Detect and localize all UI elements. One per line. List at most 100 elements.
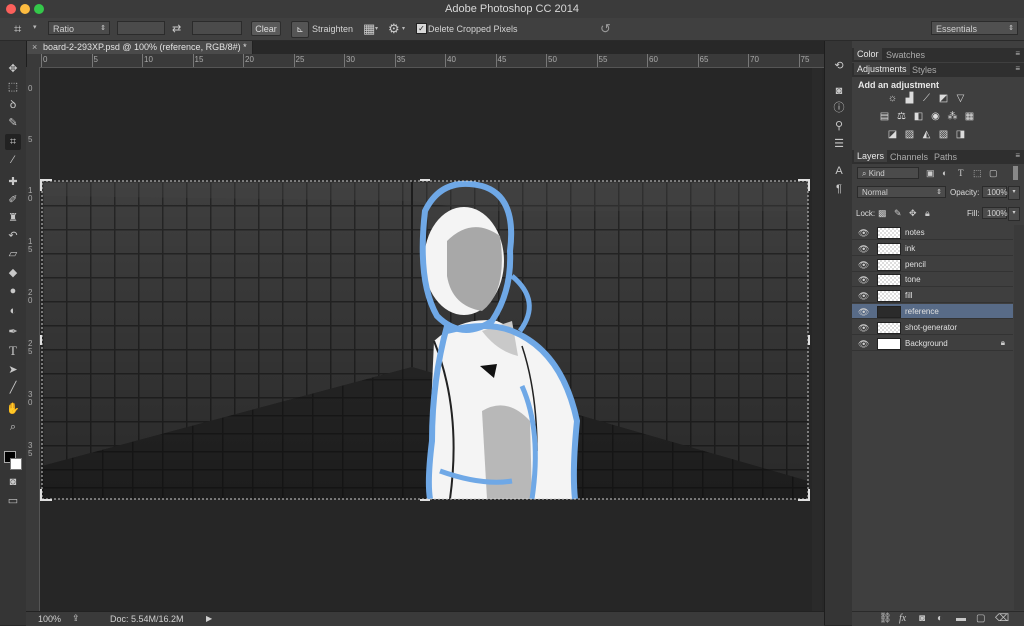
- width-input[interactable]: [117, 21, 165, 35]
- move-tool-icon[interactable]: ✥: [5, 61, 21, 77]
- adjustments-panel-menu-icon[interactable]: ≡: [1015, 64, 1020, 73]
- layer-row[interactable]: 👁︎ tone: [852, 272, 1013, 288]
- exposure-icon[interactable]: ◩: [938, 94, 949, 104]
- color-lookup-icon[interactable]: ▦: [964, 112, 975, 122]
- layer-thumbnail[interactable]: [877, 337, 901, 350]
- add-mask-icon[interactable]: ◙: [919, 613, 925, 624]
- filter-shape-icon[interactable]: ⬚: [973, 168, 982, 179]
- layer-thumbnail[interactable]: [877, 290, 901, 303]
- lock-pixels-icon[interactable]: ✎: [894, 208, 902, 219]
- layer-name[interactable]: Background: [905, 339, 948, 348]
- new-group-icon[interactable]: ▬: [956, 613, 966, 624]
- status-menu-arrow-icon[interactable]: ▶: [206, 614, 212, 623]
- visibility-eye-icon[interactable]: 👁︎: [858, 244, 869, 255]
- layer-name[interactable]: ink: [905, 244, 915, 253]
- black-white-icon[interactable]: ◧: [913, 112, 924, 122]
- layer-row[interactable]: 👁︎ Background 🔒︎: [852, 336, 1013, 351]
- brightness-contrast-icon[interactable]: ☼: [887, 94, 898, 104]
- layer-style-icon[interactable]: fx: [899, 613, 906, 624]
- layer-thumbnail[interactable]: [877, 321, 901, 334]
- screen-mode-icon[interactable]: ▭: [5, 493, 21, 509]
- ratio-select[interactable]: Ratio ⇕: [48, 21, 110, 35]
- overlay-grid-icon[interactable]: ▦: [363, 21, 375, 37]
- history-panel-icon[interactable]: ⟲: [831, 59, 847, 73]
- crop-tool-icon[interactable]: ⌗: [14, 21, 21, 37]
- layer-row[interactable]: 👁︎ shot-generator: [852, 320, 1013, 335]
- layer-name[interactable]: fill: [905, 291, 913, 300]
- delete-cropped-checkbox[interactable]: ✓: [416, 23, 427, 34]
- filter-adjustment-icon[interactable]: ◐: [942, 168, 947, 178]
- share-icon[interactable]: ⇪: [72, 613, 80, 624]
- selective-color-icon[interactable]: ◨: [955, 130, 966, 140]
- layer-thumbnail[interactable]: [877, 258, 901, 271]
- vibrance-icon[interactable]: ▽: [955, 94, 966, 104]
- layer-row[interactable]: 👁︎ reference: [852, 304, 1013, 319]
- healing-brush-tool-icon[interactable]: ✚: [5, 174, 21, 190]
- crop-tool-icon[interactable]: ⌗: [5, 134, 21, 150]
- layer-thumbnail[interactable]: [877, 242, 901, 255]
- levels-icon[interactable]: ▟: [904, 94, 915, 104]
- quick-mask-icon[interactable]: ◙: [5, 474, 21, 490]
- invert-icon[interactable]: ◪: [887, 130, 898, 140]
- straighten-icon[interactable]: ⊾: [291, 21, 309, 38]
- fill-input[interactable]: 100%: [982, 207, 1007, 219]
- filter-smart-object-icon[interactable]: ▢: [989, 168, 998, 179]
- marquee-tool-icon[interactable]: ⬚: [5, 79, 21, 95]
- visibility-eye-icon[interactable]: 👁︎: [858, 307, 869, 318]
- blend-mode-select[interactable]: Normal ⇕: [857, 186, 946, 198]
- ruler-origin[interactable]: [27, 54, 40, 67]
- path-selection-tool-icon[interactable]: ➤: [5, 362, 21, 378]
- opacity-input[interactable]: 100%: [982, 186, 1007, 198]
- brush-presets-panel-icon[interactable]: ⚲: [831, 119, 847, 133]
- properties-panel-icon[interactable]: ◙: [831, 85, 847, 99]
- layer-row[interactable]: 👁︎ notes: [852, 225, 1013, 240]
- document-tab[interactable]: × board-2-293XP.psd @ 100% (reference, R…: [27, 41, 253, 54]
- threshold-icon[interactable]: ◭: [921, 130, 932, 140]
- info-panel-icon[interactable]: ⓘ: [831, 99, 847, 114]
- swap-icon[interactable]: ⇄: [172, 22, 181, 35]
- layer-row[interactable]: 👁︎ ink: [852, 241, 1013, 256]
- straighten-label[interactable]: Straighten: [312, 24, 353, 34]
- filter-pixel-icon[interactable]: ▣: [926, 168, 935, 179]
- background-color-swatch[interactable]: [10, 458, 22, 470]
- pen-tool-icon[interactable]: ✒: [5, 324, 21, 340]
- paragraph-panel-icon[interactable]: ¶: [831, 183, 847, 197]
- visibility-eye-icon[interactable]: 👁︎: [858, 291, 869, 302]
- tab-layers[interactable]: Layers: [854, 150, 888, 162]
- layer-thumbnail[interactable]: [877, 227, 901, 239]
- curves-icon[interactable]: ⟋: [921, 94, 932, 104]
- quick-selection-tool-icon[interactable]: ✎: [5, 115, 21, 131]
- color-panel-menu-icon[interactable]: ≡: [1015, 49, 1020, 58]
- zoom-tool-icon[interactable]: ⌕: [5, 419, 21, 435]
- gear-icon[interactable]: ⚙: [388, 21, 400, 37]
- vertical-ruler[interactable]: 0 5 10 15 20 25 30 35: [26, 67, 40, 611]
- lock-position-icon[interactable]: ✥: [909, 208, 917, 219]
- tab-swatches[interactable]: Swatches: [886, 50, 925, 60]
- tab-color[interactable]: Color: [854, 48, 882, 60]
- workspace-select[interactable]: Essentials ⇕: [931, 21, 1018, 35]
- layer-name[interactable]: pencil: [905, 260, 926, 269]
- visibility-eye-icon[interactable]: 👁︎: [858, 275, 869, 286]
- visibility-eye-icon[interactable]: 👁︎: [858, 228, 869, 239]
- tab-adjustments[interactable]: Adjustments: [854, 63, 910, 75]
- dodge-tool-icon[interactable]: ◐: [5, 303, 21, 319]
- tab-styles[interactable]: Styles: [912, 65, 937, 75]
- tab-channels[interactable]: Channels: [890, 152, 928, 162]
- fill-dropdown-icon[interactable]: ▾: [1008, 207, 1020, 221]
- overlay-chevron-icon[interactable]: ▾: [375, 25, 378, 32]
- line-tool-icon[interactable]: ╱: [5, 380, 21, 396]
- hue-saturation-icon[interactable]: ▤: [879, 112, 890, 122]
- layer-name[interactable]: shot-generator: [905, 323, 957, 332]
- height-input[interactable]: [192, 21, 242, 35]
- posterize-icon[interactable]: ▨: [904, 130, 915, 140]
- lock-transparent-icon[interactable]: ▩: [878, 208, 887, 219]
- clone-stamp-tool-icon[interactable]: ♜: [5, 210, 21, 226]
- lock-all-icon[interactable]: 🔒︎: [925, 208, 930, 219]
- link-layers-icon[interactable]: ⛓: [879, 613, 892, 624]
- layer-thumbnail[interactable]: [877, 274, 901, 287]
- document-canvas[interactable]: [40, 68, 822, 611]
- layer-name[interactable]: reference: [905, 307, 939, 316]
- clear-button[interactable]: Clear: [251, 21, 281, 36]
- filter-type-icon[interactable]: T: [958, 168, 964, 178]
- brush-panel-icon[interactable]: ☰: [831, 137, 847, 151]
